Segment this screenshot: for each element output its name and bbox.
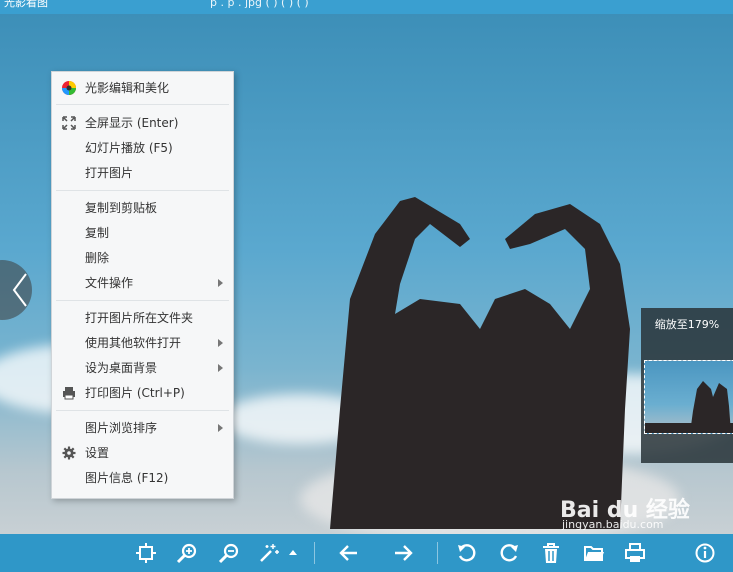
submenu-arrow-icon xyxy=(218,279,223,287)
printer-icon xyxy=(63,387,75,400)
menu-item-label: 幻灯片播放 (F5) xyxy=(85,141,173,155)
zoom-in-button[interactable] xyxy=(176,542,198,564)
menu-item-settings[interactable]: 设置 xyxy=(52,441,233,465)
enhance-dropdown-button[interactable] xyxy=(288,542,298,564)
menu-item-label: 复制到剪贴板 xyxy=(85,201,158,215)
fit-window-icon xyxy=(136,543,156,563)
toolbar-separator xyxy=(314,542,315,564)
zoom-out-button[interactable] xyxy=(218,542,240,564)
context-menu: 光影编辑和美化 全屏显示 (Enter) 幻灯片播放 (F5) 打开图片 复制到… xyxy=(51,71,234,499)
menu-item-label: 全屏显示 (Enter) xyxy=(85,116,179,130)
fit-window-button[interactable] xyxy=(135,542,157,564)
menu-item-label: 文件操作 xyxy=(85,276,134,290)
watermark-url: jingyan.baidu.com xyxy=(562,518,664,531)
magic-wand-icon xyxy=(260,544,279,562)
previous-button[interactable] xyxy=(338,542,360,564)
title-bar: 光影看图 p . p . jpg ( ) ( ) ( ) xyxy=(0,0,733,14)
menu-item-open-folder[interactable]: 打开图片所在文件夹 xyxy=(52,306,233,330)
navigator-thumbnail[interactable] xyxy=(644,360,733,434)
couple-silhouette xyxy=(330,197,630,529)
next-button[interactable] xyxy=(392,542,414,564)
menu-item-print[interactable]: 打印图片 (Ctrl+P) xyxy=(52,381,233,405)
submenu-arrow-icon xyxy=(218,364,223,372)
zoom-out-icon xyxy=(218,543,239,564)
delete-icon xyxy=(543,543,559,563)
open-folder-button[interactable] xyxy=(583,542,605,564)
window-title: 光影看图 xyxy=(4,0,48,9)
menu-separator xyxy=(56,300,229,301)
open-folder-icon xyxy=(584,546,604,561)
submenu-arrow-icon xyxy=(218,339,223,347)
baidu-watermark: Bai du 经验 jingyan.baidu.com xyxy=(560,492,690,531)
menu-item-label: 打开图片 xyxy=(85,166,134,180)
menu-item-label: 图片信息 (F12) xyxy=(85,471,169,485)
caret-up-icon xyxy=(289,550,297,555)
info-icon xyxy=(695,543,715,563)
menu-item-slideshow[interactable]: 幻灯片播放 (F5) xyxy=(52,136,233,160)
rotate-left-icon xyxy=(458,544,476,562)
submenu-arrow-icon xyxy=(218,424,223,432)
color-wheel-icon xyxy=(62,81,76,95)
zoom-level-label: 缩放至179% xyxy=(654,318,720,331)
print-icon xyxy=(625,543,645,562)
menu-separator xyxy=(56,104,229,105)
menu-item-label: 设置 xyxy=(85,446,110,460)
file-info: p . p . jpg ( ) ( ) ( ) xyxy=(210,0,309,9)
menu-item-label: 使用其他软件打开 xyxy=(85,336,182,350)
menu-item-copy[interactable]: 复制 xyxy=(52,221,233,245)
toolbar-separator xyxy=(437,542,438,564)
menu-separator xyxy=(56,410,229,411)
menu-item-open-with[interactable]: 使用其他软件打开 xyxy=(52,331,233,355)
rotate-right-icon xyxy=(500,544,518,562)
rotate-left-button[interactable] xyxy=(456,542,478,564)
rotate-right-button[interactable] xyxy=(498,542,520,564)
next-icon xyxy=(395,545,413,561)
delete-button[interactable] xyxy=(540,542,562,564)
menu-item-fullscreen[interactable]: 全屏显示 (Enter) xyxy=(52,111,233,135)
menu-item-file-operations[interactable]: 文件操作 xyxy=(52,271,233,295)
menu-item-label: 打开图片所在文件夹 xyxy=(85,311,194,325)
previous-image-button[interactable] xyxy=(0,260,32,320)
auto-enhance-button[interactable] xyxy=(258,542,280,564)
zoom-in-icon xyxy=(176,543,197,564)
gear-icon xyxy=(62,446,76,460)
menu-item-sort[interactable]: 图片浏览排序 xyxy=(52,416,233,440)
thumbnail-silhouette xyxy=(645,381,733,433)
menu-item-label: 设为桌面背景 xyxy=(85,361,158,375)
menu-item-label: 光影编辑和美化 xyxy=(85,81,170,95)
print-button[interactable] xyxy=(624,542,646,564)
menu-item-copy-clipboard[interactable]: 复制到剪贴板 xyxy=(52,196,233,220)
previous-icon xyxy=(339,545,357,561)
menu-item-label: 打印图片 (Ctrl+P) xyxy=(85,386,185,400)
menu-separator xyxy=(56,190,229,191)
menu-item-delete[interactable]: 删除 xyxy=(52,246,233,270)
menu-item-image-info[interactable]: 图片信息 (F12) xyxy=(52,466,233,490)
menu-item-set-wallpaper[interactable]: 设为桌面背景 xyxy=(52,356,233,380)
fullscreen-icon xyxy=(62,116,76,130)
menu-item-edit-beautify[interactable]: 光影编辑和美化 xyxy=(52,76,233,100)
menu-item-open-image[interactable]: 打开图片 xyxy=(52,161,233,185)
menu-item-label: 复制 xyxy=(85,226,110,240)
chevron-left-icon xyxy=(12,273,27,307)
zoom-navigator[interactable]: 缩放至179% xyxy=(641,308,733,463)
menu-item-label: 删除 xyxy=(85,251,110,265)
info-button[interactable] xyxy=(694,542,716,564)
bottom-toolbar xyxy=(0,534,733,572)
menu-item-label: 图片浏览排序 xyxy=(85,421,158,435)
